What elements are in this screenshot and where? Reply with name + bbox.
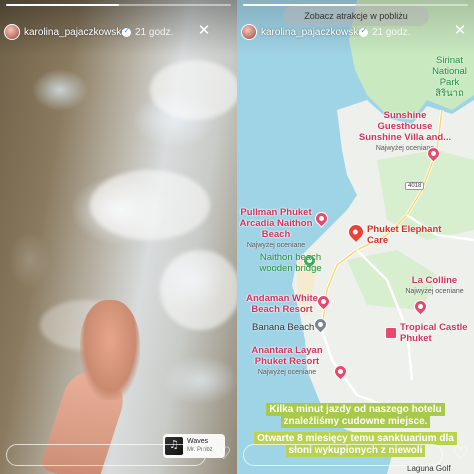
map-place-pullman[interactable]: Pullman Phuket Arcadia Naithon Beach Naj…	[237, 207, 315, 251]
road-number: 4018	[405, 182, 425, 190]
story-caption-1: Kilka minut jazdy od naszego hotelu znal…	[249, 403, 462, 428]
close-icon[interactable]: ✕	[196, 22, 212, 38]
sea-foam	[160, 250, 237, 330]
story-progress-fill	[6, 4, 119, 6]
see-nearby-attractions-button[interactable]: Zobacz atrakcje w pobliżu	[283, 6, 429, 26]
map-place-la-colline[interactable]: La Colline Najwyżej oceniane	[402, 275, 467, 297]
sea-foam	[90, 170, 210, 240]
map-place-label-thai: สิรินาถ	[435, 88, 464, 99]
verified-badge-icon	[122, 26, 131, 37]
map-place-sublabel: Najwyżej oceniane	[405, 288, 464, 295]
heart-icon[interactable]: ♡	[216, 444, 231, 464]
map-place-sublabel: Najwyżej oceniane	[257, 369, 317, 376]
map-place-label: Anantara Layan Phuket Resort	[251, 345, 323, 367]
verified-badge-icon	[359, 26, 368, 37]
story-time: 21 godz.	[135, 27, 174, 38]
map-place-banana-beach[interactable]: Banana Beach	[252, 322, 314, 333]
story-header: karolina_pajaczkowska 21 godz. ✕	[0, 0, 237, 56]
heart-icon[interactable]: ♡	[453, 444, 468, 464]
username[interactable]: karolina_pajaczkowska	[24, 27, 127, 38]
close-icon[interactable]: ✕	[452, 22, 468, 38]
reply-input[interactable]	[243, 444, 443, 466]
map-place-andaman-white[interactable]: Andaman White Beach Resort	[242, 293, 322, 315]
map-place-elephant-care[interactable]: Phuket Elephant Care	[367, 224, 447, 246]
map-place-sublabel: Najwyżej oceniane	[246, 242, 306, 249]
map-place-label: La Colline	[411, 275, 458, 286]
hotel-icon[interactable]	[385, 327, 397, 339]
map-place-label: Pullman Phuket Arcadia Naithon Beach	[239, 207, 313, 240]
reply-input[interactable]	[6, 444, 206, 466]
map-place-sunshine[interactable]: Sunshine Guesthouse Sunshine Villa and..…	[355, 110, 455, 154]
username[interactable]: karolina_pajaczkowska	[261, 27, 364, 38]
map-place-tropical-castle[interactable]: Tropical Castle Phuket	[400, 322, 474, 344]
map-place-label: Sirinat National Park	[432, 55, 467, 88]
sea-foam	[150, 60, 237, 120]
left-story-panel[interactable]: karolina_pajaczkowska 21 godz. ✕ Waves M…	[0, 0, 237, 474]
story-time: 21 godz.	[372, 27, 411, 38]
map-place-naithon-bridge[interactable]: Naithon beach wooden bridge	[253, 252, 328, 274]
right-story-panel[interactable]: karolina_pajaczkowska 21 godz. ✕ Zobacz …	[237, 0, 474, 474]
foot	[80, 300, 140, 400]
story-progress-bar	[6, 4, 231, 6]
map-place-label: Sunshine Guesthouse Sunshine Villa and..…	[358, 110, 452, 143]
map-place-anantara[interactable]: Anantara Layan Phuket Resort Najwyżej oc…	[242, 345, 332, 378]
map-place-sirinat[interactable]: Sirinat National Park สิรินาถ	[422, 55, 474, 99]
avatar[interactable]	[241, 24, 257, 40]
caption-text: Kilka minut jazdy od naszego hotelu znal…	[266, 403, 445, 428]
beach-photo	[0, 0, 237, 474]
avatar[interactable]	[4, 24, 20, 40]
